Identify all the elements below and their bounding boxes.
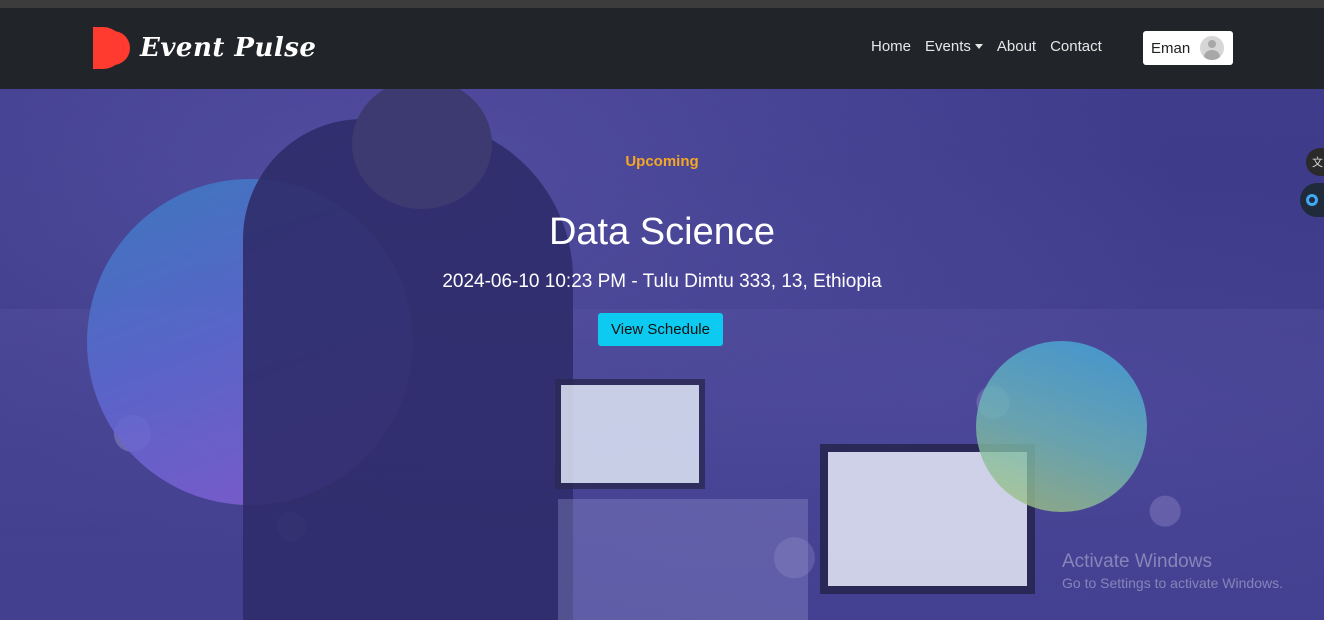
user-name: Eman bbox=[1151, 39, 1191, 57]
user-menu-button[interactable]: Eman bbox=[1143, 31, 1233, 65]
windows-activation-watermark: Activate Windows Go to Settings to activ… bbox=[1062, 551, 1283, 591]
nav-contact-link[interactable]: Contact bbox=[1050, 38, 1102, 55]
event-date-location: 2024-06-10 10:23 PM - Tulu Dimtu 333, 13… bbox=[442, 271, 882, 292]
browser-top-strip bbox=[0, 0, 1324, 8]
translate-icon: 文 bbox=[1312, 157, 1323, 169]
event-pulse-logo-icon bbox=[93, 27, 130, 69]
nav-events-label: Events bbox=[925, 38, 971, 55]
navbar: Event Pulse Home Events About Contact Em… bbox=[0, 8, 1324, 89]
avatar-icon bbox=[1200, 36, 1224, 60]
event-title: Data Science bbox=[548, 211, 775, 253]
brand-name: Event Pulse bbox=[140, 33, 317, 63]
podium-image bbox=[558, 499, 808, 620]
decorative-circle-right bbox=[976, 341, 1147, 512]
view-schedule-button[interactable]: View Schedule bbox=[598, 313, 723, 346]
nav-events-dropdown[interactable]: Events bbox=[925, 38, 983, 55]
watermark-subtitle: Go to Settings to activate Windows. bbox=[1062, 575, 1283, 591]
nav-about-link[interactable]: About bbox=[997, 38, 1036, 55]
nav-home-link[interactable]: Home bbox=[871, 38, 911, 55]
extension-icon bbox=[1306, 194, 1318, 206]
main-nav: Home Events About Contact bbox=[871, 38, 1116, 55]
event-status-badge: Upcoming bbox=[625, 153, 699, 170]
hero-banner: Upcoming Data Science 2024-06-10 10:23 P… bbox=[0, 89, 1324, 620]
caret-down-icon bbox=[974, 44, 983, 49]
brand-logo-link[interactable]: Event Pulse bbox=[93, 27, 316, 69]
watermark-title: Activate Windows bbox=[1062, 551, 1212, 572]
laptop-screen-image bbox=[555, 379, 705, 489]
